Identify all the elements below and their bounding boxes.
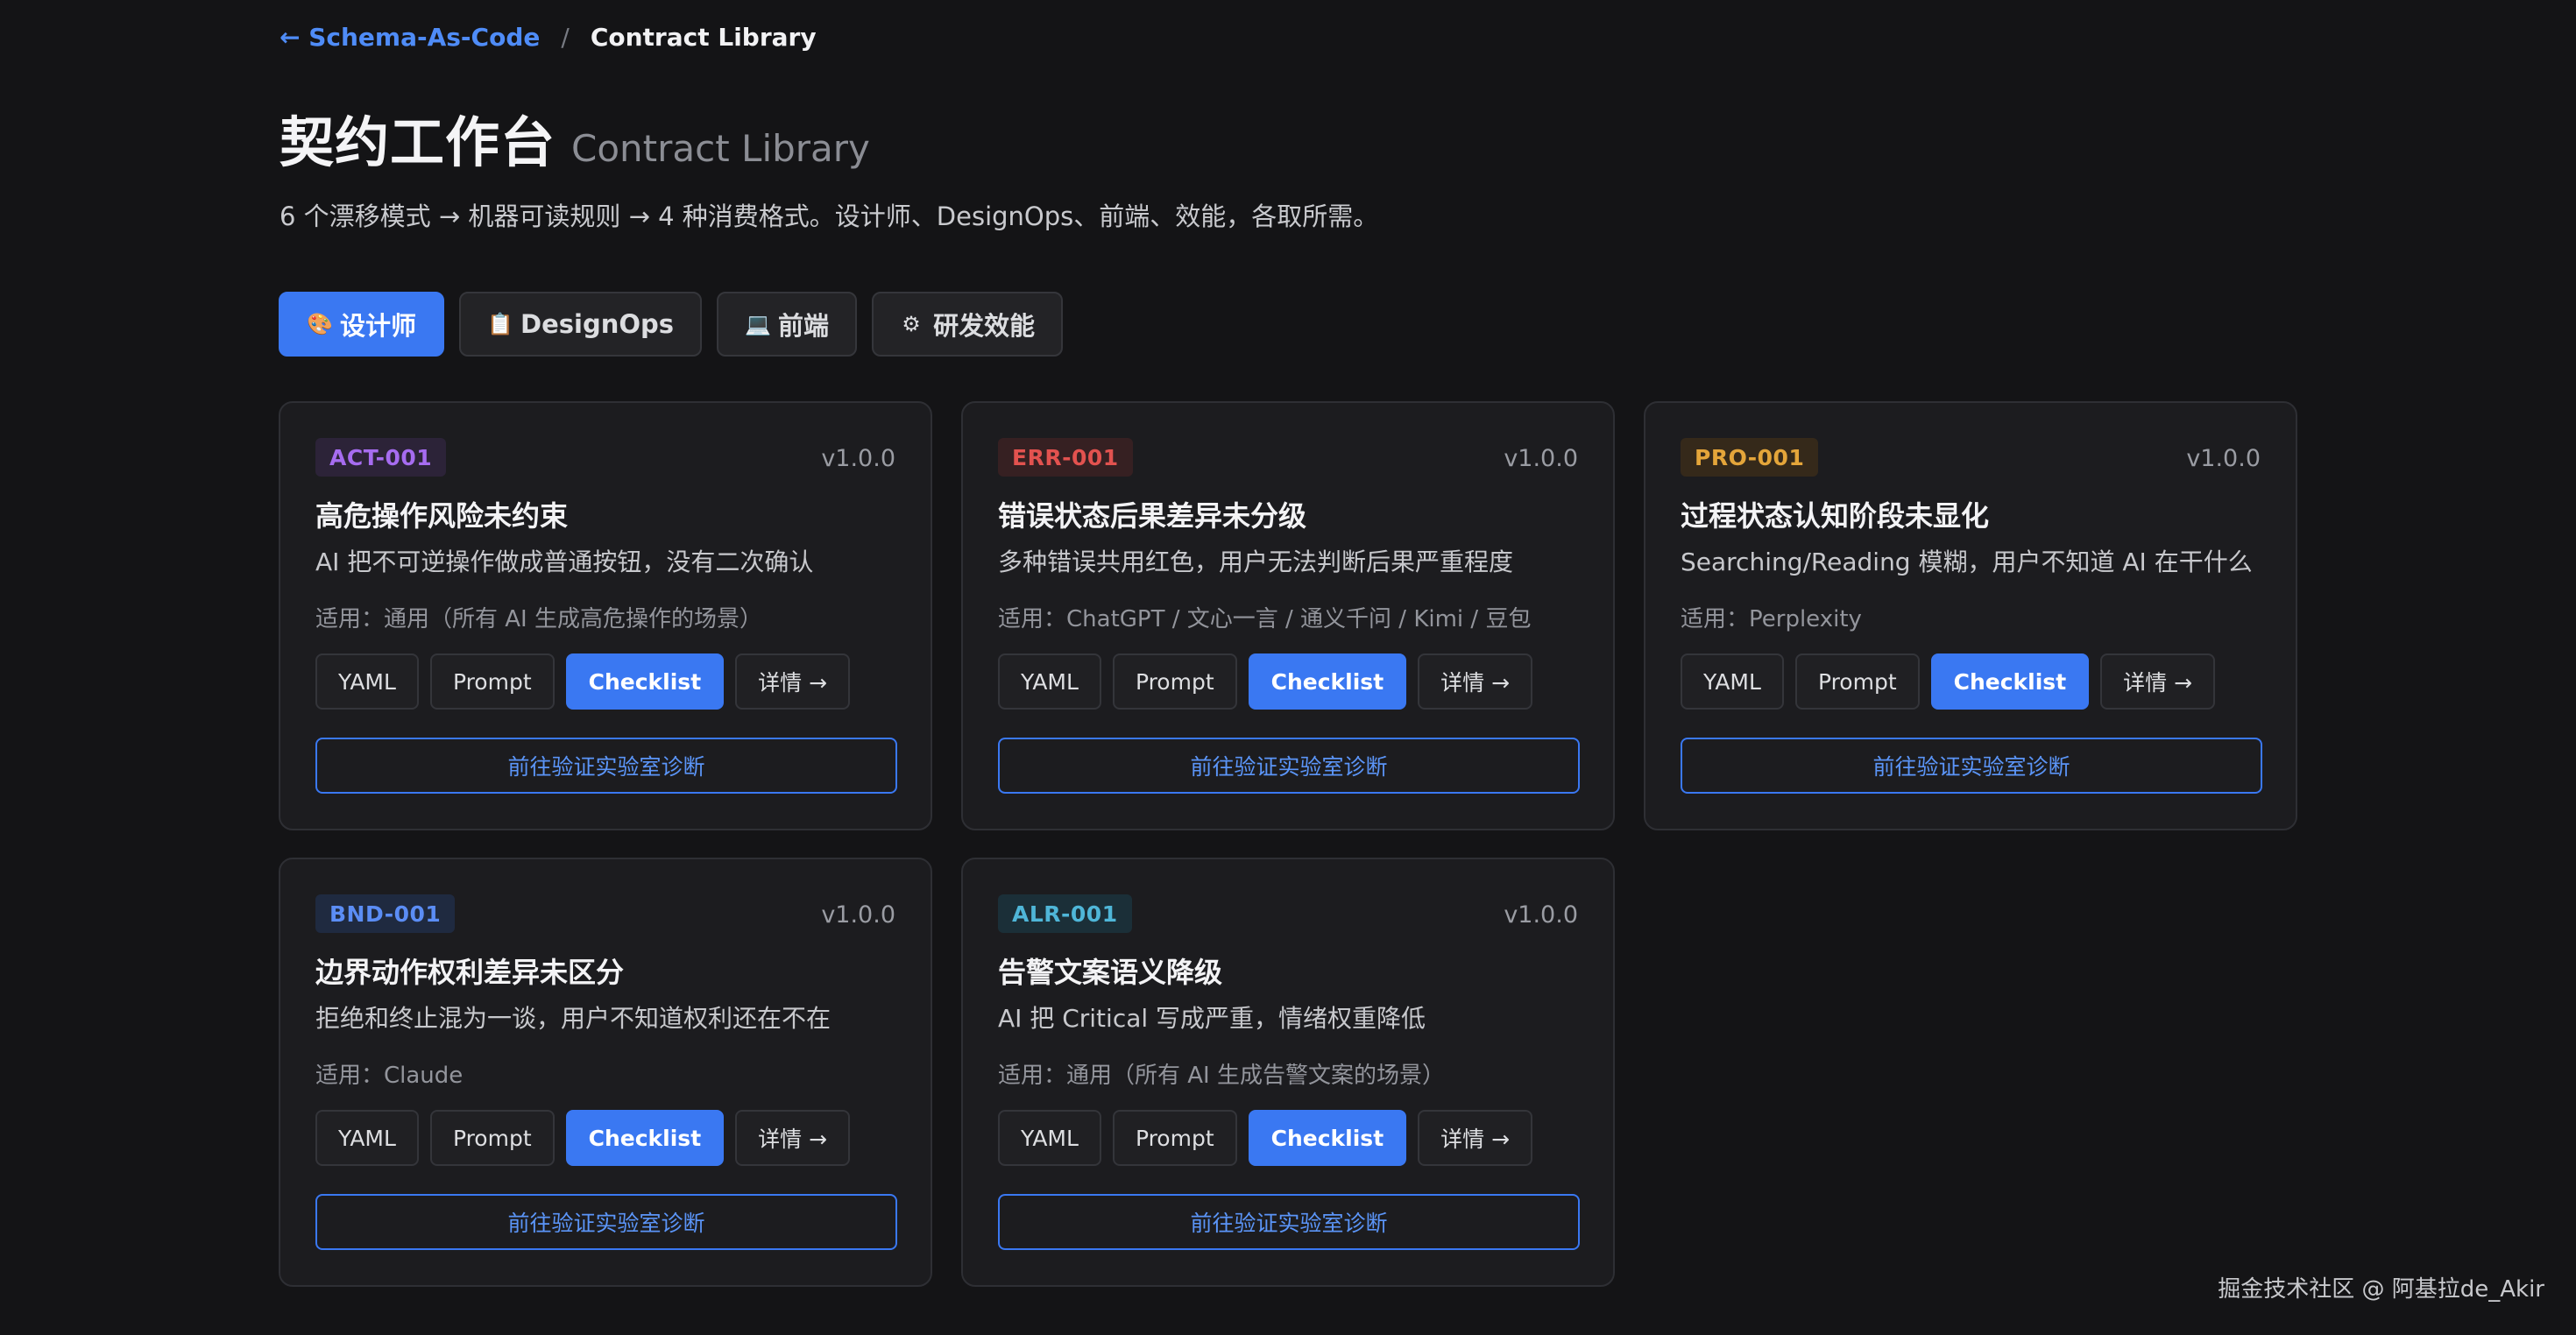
prompt-button[interactable]: Prompt — [1794, 653, 1920, 710]
laptop-icon: 💻 — [745, 312, 771, 336]
tab-frontend[interactable]: 💻 前端 — [717, 292, 858, 357]
contract-card: BND-001 v1.0.0 边界动作权利差异未区分 拒绝和终止混为一谈，用户不… — [279, 858, 932, 1287]
contract-scope: 适用：Claude — [315, 1063, 464, 1089]
page-title-english: Contract Library — [571, 127, 870, 170]
page-title-main: 契约工作台 — [280, 110, 556, 174]
contract-version: v1.0.0 — [1504, 901, 1578, 929]
contract-scope: 适用：ChatGPT / 文心一言 / 通义千问 / Kimi / 豆包 — [998, 606, 1532, 632]
checklist-button[interactable]: Checklist — [1248, 1110, 1407, 1166]
go-to-validation-lab-button[interactable]: 前往验证实验室诊断 — [998, 1194, 1580, 1250]
tab-devops-efficiency[interactable]: ⚙ 研发效能 — [872, 292, 1064, 357]
contract-id-badge: ALR-001 — [998, 894, 1132, 933]
checklist-button[interactable]: Checklist — [565, 1110, 725, 1166]
tab-label: 研发效能 — [933, 311, 1036, 341]
prompt-button[interactable]: Prompt — [429, 1110, 555, 1166]
tab-label: DesignOps — [520, 309, 675, 339]
tab-label: 前端 — [778, 311, 830, 341]
breadcrumb-back-link[interactable]: ← Schema-As-Code — [280, 23, 540, 52]
contract-scope: 适用：通用（所有 AI 生成告警文案的场景） — [998, 1063, 1445, 1089]
yaml-button[interactable]: YAML — [1681, 653, 1784, 710]
go-to-validation-lab-button[interactable]: 前往验证实验室诊断 — [1681, 738, 2262, 794]
contract-id-badge: PRO-001 — [1681, 438, 1819, 477]
checklist-button[interactable]: Checklist — [565, 653, 725, 710]
contract-scope: 适用：Perplexity — [1681, 606, 1862, 632]
contract-version: v1.0.0 — [2186, 445, 2261, 472]
format-buttons: YAML Prompt Checklist 详情 → — [998, 653, 1533, 710]
contract-title: 高危操作风险未约束 — [315, 499, 569, 533]
contract-card: ACT-001 v1.0.0 高危操作风险未约束 AI 把不可逆操作做成普通按钮… — [279, 401, 932, 830]
contract-version: v1.0.0 — [821, 445, 895, 472]
go-to-validation-lab-button[interactable]: 前往验证实验室诊断 — [315, 1194, 897, 1250]
contract-description: Searching/Reading 模糊，用户不知道 AI 在干什么 — [1681, 547, 2253, 576]
contract-title: 告警文案语义降级 — [998, 956, 1223, 989]
detail-button[interactable]: 详情 → — [735, 1110, 851, 1166]
contract-title: 过程状态认知阶段未显化 — [1681, 499, 1990, 533]
contract-version: v1.0.0 — [821, 901, 895, 929]
contract-card: ERR-001 v1.0.0 错误状态后果差异未分级 多种错误共用红色，用户无法… — [961, 401, 1615, 830]
contract-card: ALR-001 v1.0.0 告警文案语义降级 AI 把 Critical 写成… — [961, 858, 1615, 1287]
gear-icon: ⚙ — [902, 312, 921, 336]
contract-library-page: ← Schema-As-Code / Contract Library 契约工作… — [0, 0, 2576, 1335]
detail-button[interactable]: 详情 → — [735, 653, 851, 710]
format-buttons: YAML Prompt Checklist 详情 → — [315, 1110, 851, 1166]
contract-description: 拒绝和终止混为一谈，用户不知道权利还在不在 — [315, 1004, 832, 1033]
contract-card: PRO-001 v1.0.0 过程状态认知阶段未显化 Searching/Rea… — [1644, 401, 2297, 830]
breadcrumb-separator: / — [561, 22, 570, 52]
yaml-button[interactable]: YAML — [998, 653, 1101, 710]
contract-title: 错误状态后果差异未分级 — [998, 499, 1307, 533]
breadcrumb-current: Contract Library — [590, 22, 817, 52]
detail-button[interactable]: 详情 → — [1418, 1110, 1533, 1166]
tab-designer[interactable]: 🎨 设计师 — [279, 292, 445, 357]
checklist-button[interactable]: Checklist — [1930, 653, 2090, 710]
clipboard-icon: 📋 — [487, 312, 513, 336]
page-subtitle: 6 个漂移模式 → 机器可读规则 → 4 种消费格式。设计师、DesignOps… — [280, 201, 1379, 231]
tab-label: 设计师 — [340, 311, 417, 341]
tab-designops[interactable]: 📋 DesignOps — [459, 292, 703, 357]
yaml-button[interactable]: YAML — [315, 653, 419, 710]
contract-version: v1.0.0 — [1504, 445, 1578, 472]
watermark: 掘金技术社区 @ 阿基拉de_Akir — [2218, 1276, 2544, 1303]
checklist-button[interactable]: Checklist — [1248, 653, 1407, 710]
contract-id-badge: ACT-001 — [315, 438, 447, 477]
page-title: 契约工作台 Contract Library — [280, 98, 870, 177]
format-buttons: YAML Prompt Checklist 详情 → — [998, 1110, 1533, 1166]
detail-button[interactable]: 详情 → — [1418, 653, 1533, 710]
go-to-validation-lab-button[interactable]: 前往验证实验室诊断 — [998, 738, 1580, 794]
contract-id-badge: ERR-001 — [998, 438, 1133, 477]
detail-button[interactable]: 详情 → — [2100, 653, 2216, 710]
prompt-button[interactable]: Prompt — [1112, 653, 1237, 710]
breadcrumb: ← Schema-As-Code / Contract Library — [280, 19, 817, 54]
contract-description: AI 把 Critical 写成严重，情绪权重降低 — [998, 1004, 1426, 1033]
contract-scope: 适用：通用（所有 AI 生成高危操作的场景） — [315, 606, 762, 632]
prompt-button[interactable]: Prompt — [1112, 1110, 1237, 1166]
yaml-button[interactable]: YAML — [315, 1110, 419, 1166]
contract-description: AI 把不可逆操作做成普通按钮，没有二次确认 — [315, 547, 814, 576]
palette-icon: 🎨 — [307, 312, 333, 336]
contract-title: 边界动作权利差异未区分 — [315, 956, 625, 989]
go-to-validation-lab-button[interactable]: 前往验证实验室诊断 — [315, 738, 897, 794]
contract-description: 多种错误共用红色，用户无法判断后果严重程度 — [998, 547, 1514, 576]
yaml-button[interactable]: YAML — [998, 1110, 1101, 1166]
format-buttons: YAML Prompt Checklist 详情 → — [315, 653, 851, 710]
prompt-button[interactable]: Prompt — [429, 653, 555, 710]
contract-id-badge: BND-001 — [315, 894, 456, 933]
role-tabs: 🎨 设计师 📋 DesignOps 💻 前端 ⚙ 研发效能 — [279, 292, 1064, 357]
format-buttons: YAML Prompt Checklist 详情 → — [1681, 653, 2216, 710]
